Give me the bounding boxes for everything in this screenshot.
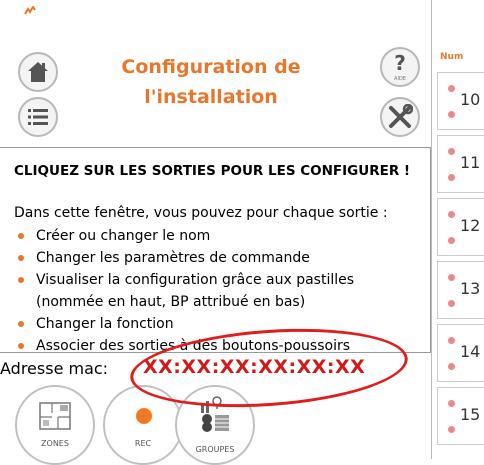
mac-address-row: Adresse mac: XX:XX:XX:XX:XX:XX <box>0 353 431 383</box>
list-item: Associer des sorties à des boutons-pouss… <box>14 335 354 353</box>
zones-label: ZONES <box>41 439 69 448</box>
output-cell-10[interactable]: 10 <box>437 72 484 130</box>
rec-label: REC <box>134 439 152 448</box>
status-pin-icon <box>448 400 455 407</box>
groupes-label: GROUPES <box>195 445 235 454</box>
status-pin-icon <box>448 174 455 181</box>
outputs-panel: Num 10 11 12 13 14 15 <box>431 0 484 459</box>
groupes-button[interactable]: GROUPES <box>175 385 255 465</box>
bullet-text: Changer la fonction <box>36 316 174 332</box>
output-cell-13[interactable]: 13 <box>437 261 484 319</box>
info-box: CLIQUEZ SUR LES SORTIES POUR LES CONFIGU… <box>0 147 431 353</box>
bullet-dot-icon <box>18 233 24 239</box>
output-cell-15[interactable]: 15 <box>437 387 484 445</box>
tools-icon <box>389 104 413 128</box>
bullet-text: Associer des sorties à des boutons-pouss… <box>36 338 351 353</box>
home-icon <box>28 62 48 82</box>
help-icon: ? <box>394 52 406 74</box>
status-pin-icon <box>448 148 455 155</box>
bullet-dot-icon <box>18 343 24 349</box>
status-pin-icon <box>448 337 455 344</box>
page-title: Configuration de l'installation <box>80 52 342 112</box>
info-intro: Dans cette fenêtre, vous pouvez pour cha… <box>14 205 388 221</box>
output-number: 12 <box>460 216 481 235</box>
output-number: 10 <box>460 90 481 109</box>
status-pin-icon <box>448 237 455 244</box>
list-item: Créer ou changer le nom <box>14 225 354 247</box>
list-item: Changer les paramètres de commande <box>14 247 354 269</box>
mac-address-value: XX:XX:XX:XX:XX:XX <box>143 356 366 378</box>
outputs-column-header: Num <box>440 52 464 62</box>
zones-button[interactable]: ZONES <box>15 385 95 465</box>
help-label: AIDE <box>394 76 406 82</box>
groups-icon <box>201 396 229 432</box>
page-title-line1: Configuration de <box>121 56 301 78</box>
status-pin-icon <box>448 85 455 92</box>
settings-button[interactable] <box>380 97 420 137</box>
floorplan-icon <box>39 402 71 430</box>
output-cell-14[interactable]: 14 <box>437 324 484 382</box>
record-dot-icon <box>136 408 152 424</box>
svg-text:?: ? <box>394 52 406 74</box>
page-title-line2: l'installation <box>144 86 278 108</box>
bullet-dot-icon <box>18 255 24 261</box>
output-number: 13 <box>460 279 481 298</box>
bullet-continuation: (nommée en haut, BP attribué en bas) <box>36 294 306 310</box>
info-heading: CLIQUEZ SUR LES SORTIES POUR LES CONFIGU… <box>14 163 411 179</box>
bullet-dot-icon <box>18 321 24 327</box>
left-panel: Configuration de l'installation ? AIDE C… <box>0 0 431 465</box>
bullet-text: Changer les paramètres de commande <box>36 250 310 266</box>
output-number: 14 <box>460 342 481 361</box>
output-number: 11 <box>460 153 481 172</box>
bullet-text: Créer ou changer le nom <box>36 228 211 244</box>
rec-button[interactable]: REC <box>103 385 183 465</box>
status-pin-icon <box>448 426 455 433</box>
output-number: 15 <box>460 405 481 424</box>
bullet-dot-icon <box>18 277 24 283</box>
bullet-text: Visualiser la configuration grâce aux pa… <box>36 272 355 288</box>
list-item: Changer la fonction <box>14 313 354 335</box>
mac-address-label: Adresse mac: <box>0 359 109 378</box>
home-button[interactable] <box>18 52 58 92</box>
output-cell-12[interactable]: 12 <box>437 198 484 256</box>
status-pin-icon <box>448 300 455 307</box>
status-pin-icon <box>448 211 455 218</box>
list-icon <box>28 109 48 125</box>
status-pin-icon <box>448 274 455 281</box>
list-item: Visualiser la configuration grâce aux pa… <box>14 269 354 291</box>
status-pin-icon <box>448 363 455 370</box>
status-pin-icon <box>448 111 455 118</box>
list-button[interactable] <box>18 97 58 137</box>
output-cell-11[interactable]: 11 <box>437 135 484 193</box>
app-logo-icon <box>24 5 36 19</box>
info-bullet-list: Créer ou changer le nom Changer les para… <box>14 225 354 353</box>
